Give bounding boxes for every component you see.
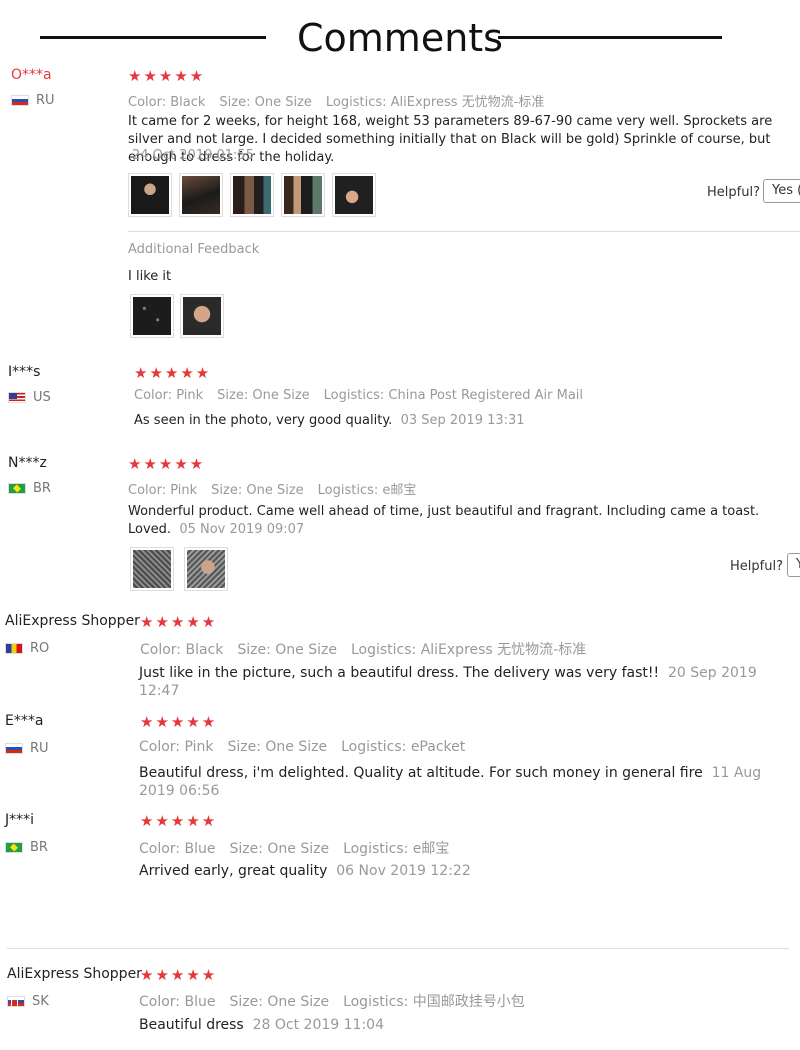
review-meta: Color: Black Size: One Size Logistics: Ali… — [128, 91, 558, 110]
review-user: I***s — [8, 364, 41, 380]
review-country: SK — [7, 994, 49, 1009]
review-user: J***i — [5, 812, 35, 828]
color-attr: Color: Pink — [134, 388, 204, 403]
header-line-right — [498, 36, 722, 39]
review-date: 05 Nov 2019 09:07 — [179, 522, 305, 537]
star-rating: ★★★★★ — [128, 455, 206, 473]
review-country: BR — [8, 481, 51, 496]
color-attr: Color: Blue — [139, 994, 216, 1010]
additional-photo-thumbnail[interactable] — [130, 294, 174, 338]
review-text: Arrived early, great quality 06 Nov 2019… — [139, 863, 471, 879]
helpful-yes-button[interactable]: Yes ( — [763, 179, 800, 203]
review-meta: Color: Blue Size: One Size Logistics: 中国邮政… — [139, 991, 539, 1011]
additional-feedback-label: Additional Feedback — [128, 242, 260, 257]
star-rating: ★★★★★ — [140, 966, 218, 984]
review-user: O***a — [11, 67, 52, 83]
review-text: Beautiful dress, i'm delighted. Quality … — [139, 765, 762, 799]
star-rating: ★★★★★ — [134, 364, 212, 382]
star-rating: ★★★★★ — [140, 613, 218, 631]
logistics-attr: Logistics: AliExpress 无忧物流-标准 — [350, 642, 587, 658]
flag-ru-icon — [11, 95, 29, 106]
review-photo-thumbnail[interactable] — [281, 173, 325, 217]
logistics-attr: Logistics: China Post Registered Air Mai… — [323, 388, 584, 403]
review-user: AliExpress Shopper — [7, 966, 142, 982]
review-text: Wonderful product. Came well ahead of ti… — [128, 504, 760, 537]
review-user: AliExpress Shopper — [5, 613, 140, 629]
review-country: US — [8, 390, 51, 405]
size-attr: Size: One Size — [217, 388, 310, 403]
review-text: Beautiful dress 28 Oct 2019 11:04 — [139, 1017, 384, 1033]
size-attr: Size: One Size — [211, 483, 304, 498]
logistics-attr: Logistics: AliExpress 无忧物流-标准 — [325, 95, 545, 110]
flag-ro-icon — [5, 643, 23, 654]
star-rating: ★★★★★ — [128, 67, 206, 85]
flag-us-icon — [8, 392, 26, 403]
star-rating: ★★★★★ — [140, 713, 218, 731]
review-photo-thumbnail[interactable] — [184, 547, 228, 591]
color-attr: Color: Black — [128, 95, 206, 110]
review-photo-thumbnail[interactable] — [332, 173, 376, 217]
review-meta: Color: Pink Size: One Size Logistics: ePac… — [139, 739, 479, 755]
review-meta: Color: Pink Size: One Size Logistics: e邮宝 — [128, 479, 430, 498]
review-country: BR — [5, 840, 48, 855]
review-user: N***z — [8, 455, 47, 471]
color-attr: Color: Black — [140, 642, 224, 658]
review-meta: Color: Black Size: One Size Logistics: Ali… — [140, 639, 600, 659]
color-attr: Color: Pink — [139, 739, 214, 755]
color-attr: Color: Pink — [128, 483, 198, 498]
logistics-attr: Logistics: e邮宝 — [343, 841, 450, 857]
review-photo-thumbnail[interactable] — [179, 173, 223, 217]
star-rating: ★★★★★ — [140, 812, 218, 830]
color-attr: Color: Blue — [139, 841, 216, 857]
size-attr: Size: One Size — [237, 642, 337, 658]
review-photo-thumbnail[interactable] — [128, 173, 172, 217]
flag-sk-icon — [7, 996, 25, 1007]
review-date: 03 Sep 2019 13:31 — [400, 413, 525, 428]
flag-br-icon — [5, 842, 23, 853]
review-country: RO — [5, 641, 49, 656]
helpful-label: Helpful? — [707, 185, 760, 200]
review-date: 28 Oct 2019 11:04 — [252, 1017, 384, 1033]
size-attr: Size: One Size — [229, 994, 330, 1010]
review-meta: Color: Pink Size: One Size Logistics: Chin… — [134, 388, 597, 403]
review-photo-thumbnail[interactable] — [230, 173, 274, 217]
logistics-attr: Logistics: e邮宝 — [317, 483, 417, 498]
flag-ru-icon — [5, 743, 23, 754]
review-text: Just like in the picture, such a beautif… — [139, 665, 757, 699]
section-divider — [7, 948, 789, 949]
review-text: As seen in the photo, very good quality.… — [134, 413, 525, 428]
logistics-attr: Logistics: ePacket — [341, 739, 466, 755]
review-date: 06 Nov 2019 12:22 — [336, 863, 471, 879]
additional-photo-thumbnail[interactable] — [180, 294, 224, 338]
logistics-attr: Logistics: 中国邮政挂号小包 — [343, 994, 525, 1010]
size-attr: Size: One Size — [229, 841, 330, 857]
review-country: RU — [11, 93, 55, 108]
review-user: E***a — [5, 713, 44, 729]
review-date: 24 Oct 2019 01:55 — [132, 148, 254, 163]
flag-br-icon — [8, 483, 26, 494]
divider — [128, 231, 800, 232]
helpful-label: Helpful? — [730, 559, 783, 574]
review-country: RU — [5, 741, 49, 756]
size-attr: Size: One Size — [227, 739, 328, 755]
review-photo-thumbnail[interactable] — [130, 547, 174, 591]
additional-feedback-text: I like it — [128, 269, 172, 284]
size-attr: Size: One Size — [219, 95, 312, 110]
review-meta: Color: Blue Size: One Size Logistics: e邮宝 — [139, 838, 463, 858]
helpful-yes-button[interactable]: Y — [787, 553, 800, 577]
